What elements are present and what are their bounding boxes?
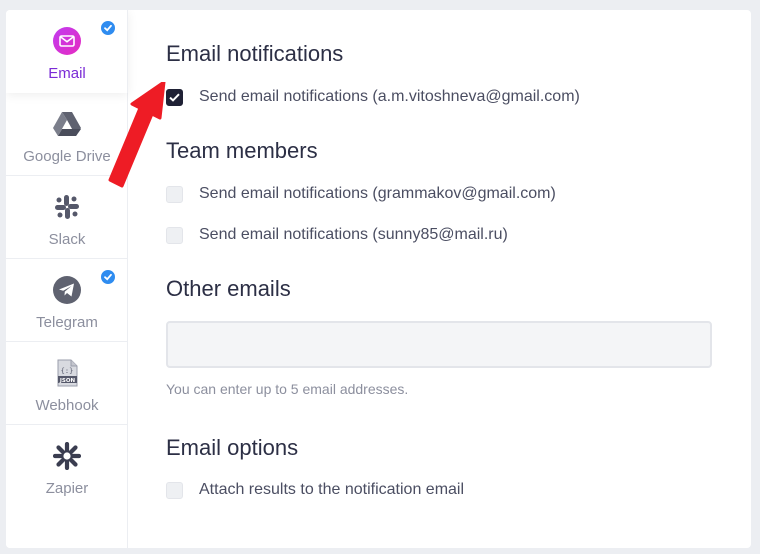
json-file-icon: {:} JSON xyxy=(52,358,82,388)
checkbox[interactable] xyxy=(166,185,183,203)
red-pointer-arrow-icon xyxy=(108,82,166,188)
attach-results-option[interactable]: Attach results to the notification email xyxy=(166,480,464,500)
checkbox[interactable] xyxy=(166,226,183,244)
checkbox-label: Send email notifications (a.m.vitoshneva… xyxy=(199,88,580,105)
team-member-notification-option[interactable]: Send email notifications (grammakov@gmai… xyxy=(166,184,556,204)
other-emails-hint: You can enter up to 5 email addresses. xyxy=(166,381,409,397)
sidebar-item-label: Zapier xyxy=(45,480,89,497)
checkbox[interactable] xyxy=(166,481,183,499)
other-emails-input[interactable] xyxy=(166,321,712,368)
sidebar-item-label: Slack xyxy=(48,231,86,248)
email-notifications-heading: Email notifications xyxy=(166,41,344,66)
sidebar-item-zapier[interactable]: Zapier xyxy=(6,425,128,508)
sidebar-item-email[interactable]: Email xyxy=(6,10,128,93)
sidebar-item-label: Google Drive xyxy=(23,148,111,165)
team-member-notification-option[interactable]: Send email notifications (sunny85@mail.r… xyxy=(166,225,508,245)
sidebar-item-label: Telegram xyxy=(36,314,98,331)
other-emails-heading: Other emails xyxy=(166,276,291,301)
own-email-notification-option[interactable]: Send email notifications (a.m.vitoshneva… xyxy=(166,87,580,107)
sidebar-item-telegram[interactable]: Telegram xyxy=(6,259,128,342)
checkbox-checked[interactable] xyxy=(166,88,183,106)
telegram-icon xyxy=(52,275,82,305)
sidebar-item-label: Webhook xyxy=(35,397,99,414)
email-options-heading: Email options xyxy=(166,435,299,460)
settings-card: Email Google Drive Slack Telegram {:} JS… xyxy=(6,10,751,548)
checkbox-label: Send email notifications (grammakov@gmai… xyxy=(199,185,556,202)
checkbox-label: Attach results to the notification email xyxy=(199,481,465,498)
connected-check-badge-icon xyxy=(99,19,117,37)
svg-text:{:}: {:} xyxy=(61,367,74,375)
sidebar-item-label: Email xyxy=(48,65,86,82)
slack-icon xyxy=(52,192,82,222)
checkbox-label: Send email notifications (sunny85@mail.r… xyxy=(199,226,508,243)
team-members-heading: Team members xyxy=(166,138,318,163)
integrations-sidebar: Email Google Drive Slack Telegram {:} JS… xyxy=(6,10,128,548)
connected-check-badge-icon xyxy=(99,268,117,286)
zapier-icon xyxy=(52,441,82,471)
sidebar-item-webhook[interactable]: {:} JSON Webhook xyxy=(6,342,128,425)
envelope-icon xyxy=(52,26,82,56)
svg-text:JSON: JSON xyxy=(59,378,76,384)
google-drive-icon xyxy=(52,109,82,139)
